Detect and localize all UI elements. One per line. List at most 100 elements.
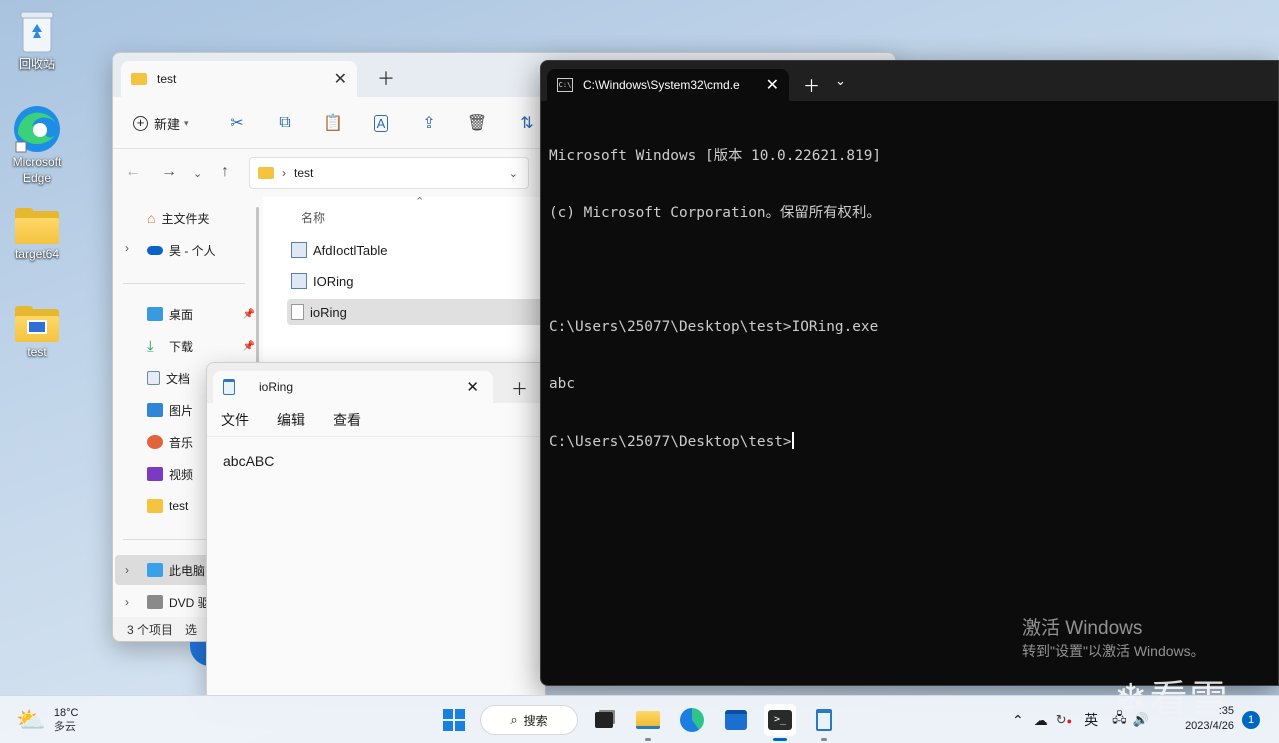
notepad-menu-bar: 文件 编辑 查看 (207, 403, 545, 437)
notepad-tab-bar: ioRing ✕ ＋ (207, 363, 545, 403)
paste-button[interactable]: 📋 (321, 111, 345, 135)
taskbar-app-edge[interactable] (676, 704, 708, 736)
chevron-down-icon[interactable]: ⌄ (509, 167, 518, 180)
new-button[interactable]: + 新建 ▾ (133, 111, 189, 135)
sidebar-item-home[interactable]: ⌂ 主文件夹 (147, 205, 209, 231)
sidebar-item-label: 桌面 (169, 307, 194, 322)
recycle-bin-icon (20, 11, 54, 53)
expand-chevron-icon[interactable]: › (125, 563, 129, 577)
search-icon: ⌕ (510, 712, 518, 727)
desktop-icon-recycle-bin[interactable]: 回收站 (5, 8, 69, 72)
notepad-icon (816, 709, 832, 731)
sidebar-item-label: test (169, 499, 189, 513)
onedrive-cloud-icon[interactable]: ☁ (1034, 712, 1048, 729)
taskbar-search[interactable]: ⌕ 搜索 (480, 705, 578, 735)
activation-title: 激活 Windows (1022, 618, 1143, 639)
recent-chevron-icon[interactable]: ⌄ (193, 167, 202, 180)
text-cursor (791, 432, 794, 449)
divider (123, 283, 245, 284)
weather-desc: 多云 (53, 721, 76, 733)
video-icon (147, 467, 163, 481)
explorer-tab[interactable]: test ✕ (121, 61, 357, 97)
desktop-icon-edge[interactable]: Microsoft Edge (5, 104, 69, 186)
computer-icon (147, 563, 163, 577)
sidebar-item-onedrive[interactable]: 昊 - 个人 (147, 237, 216, 263)
sidebar-item-pictures[interactable]: 图片 (147, 397, 193, 423)
ime-indicator[interactable]: 英 (1084, 710, 1098, 730)
delete-button[interactable]: 🗑 (465, 111, 489, 135)
start-button[interactable] (438, 704, 470, 736)
sidebar-item-label: DVD 驱 (169, 595, 210, 610)
terminal-line: C:\Users\25077\Desktop\test>IORing.exe (549, 319, 879, 335)
close-icon[interactable]: ✕ (334, 69, 347, 89)
text-file-icon (291, 304, 304, 320)
sidebar-item-videos[interactable]: 视频 (147, 461, 193, 487)
chevron-down-icon[interactable]: ⌄ (835, 73, 846, 89)
close-icon[interactable]: ✕ (466, 378, 479, 396)
column-header-name[interactable]: 名称 (301, 209, 325, 226)
terminal-tab[interactable]: C:\ C:\Windows\System32\cmd.e ✕ (547, 69, 789, 101)
sidebar-item-music[interactable]: 音乐 (147, 429, 193, 455)
sidebar-item-test[interactable]: test (147, 493, 188, 519)
plus-circle-icon: + (133, 115, 148, 131)
notepad-text-area[interactable]: abcABC (223, 453, 274, 469)
weather-widget[interactable]: ⛅ 18°C 多云 (16, 704, 78, 736)
new-tab-icon[interactable]: ＋ (377, 65, 395, 91)
terminal-tab-bar: C:\ C:\Windows\System32\cmd.e ✕ ＋ ⌄ (541, 61, 1278, 101)
notepad-tab[interactable]: ioRing ✕ (213, 371, 493, 403)
weather-temp: 18°C (53, 707, 79, 719)
breadcrumb[interactable]: test (294, 166, 313, 180)
taskbar-app-explorer[interactable] (632, 704, 664, 741)
up-arrow-icon[interactable]: ↑ (221, 163, 229, 181)
expand-chevron-icon[interactable]: › (125, 595, 129, 609)
home-icon: ⌂ (147, 210, 156, 226)
folder-icon (636, 711, 660, 729)
taskbar-app-terminal[interactable]: >_ (764, 704, 796, 741)
desktop-icon-target64[interactable]: target64 (5, 208, 69, 262)
volume-icon[interactable]: 🔊 (1133, 712, 1149, 728)
share-button[interactable]: ⇪ (417, 111, 441, 135)
close-icon[interactable]: ✕ (766, 75, 779, 95)
pin-icon: 📌 (242, 340, 255, 352)
network-icon[interactable]: 🖧 (1112, 709, 1127, 731)
menu-view[interactable]: 查看 (333, 410, 361, 430)
copy-button[interactable]: ⧉ (273, 111, 297, 135)
desktop-icon-label: target64 (14, 247, 60, 261)
menu-file[interactable]: 文件 (221, 410, 249, 430)
taskbar-app-notepad[interactable] (808, 704, 840, 741)
folder-icon (15, 208, 59, 244)
sidebar-item-downloads[interactable]: ⤓ 下载 📌 (147, 333, 259, 359)
new-tab-icon[interactable]: ＋ (803, 72, 820, 97)
terminal-prompt: C:\Users\25077\Desktop\test> (549, 434, 792, 450)
sort-button[interactable]: ⇅ (515, 111, 539, 135)
desktop-icon-label: Microsoft Edge (12, 155, 62, 185)
terminal-line: abc (549, 376, 575, 392)
terminal-line: (c) Microsoft Corporation。保留所有权利。 (549, 205, 881, 221)
sidebar-item-dvd[interactable]: DVD 驱 (147, 589, 210, 615)
back-arrow-icon[interactable]: ← (125, 163, 141, 181)
expand-chevron-icon[interactable]: › (125, 241, 129, 255)
clock[interactable]: :35 2023/4/26 (1176, 704, 1234, 734)
taskbar-app-store[interactable] (720, 704, 752, 736)
desktop-icon-test[interactable]: test (5, 306, 69, 360)
terminal-output[interactable]: Microsoft Windows [版本 10.0.22621.819] (c… (549, 109, 1278, 490)
sidebar-item-desktop[interactable]: 桌面 📌 (147, 301, 259, 327)
menu-edit[interactable]: 编辑 (277, 410, 305, 430)
new-tab-icon[interactable]: ＋ (511, 375, 528, 400)
chevron-up-icon[interactable]: ⌃ (1012, 712, 1024, 729)
task-view-button[interactable] (588, 704, 620, 736)
sidebar-item-this-pc[interactable]: 此电脑 (147, 557, 205, 583)
address-bar[interactable]: › test ⌄ ↻ (249, 157, 552, 189)
share-icon: ⇪ (422, 115, 436, 132)
security-icon[interactable]: ↻● (1056, 712, 1072, 728)
forward-arrow-icon[interactable]: → (161, 163, 177, 181)
cloud-icon (147, 245, 163, 255)
clock-date: 2023/4/26 (1185, 720, 1234, 732)
notepad-window: ioRing ✕ ＋ 文件 编辑 查看 abcABC (206, 362, 546, 696)
rename-button[interactable]: A (369, 111, 393, 135)
notepad-icon (223, 379, 235, 395)
edge-icon (680, 708, 704, 732)
sidebar-item-documents[interactable]: 文档 (147, 365, 190, 391)
notification-badge[interactable]: 1 (1242, 711, 1260, 729)
cut-button[interactable]: ✂ (225, 111, 249, 135)
